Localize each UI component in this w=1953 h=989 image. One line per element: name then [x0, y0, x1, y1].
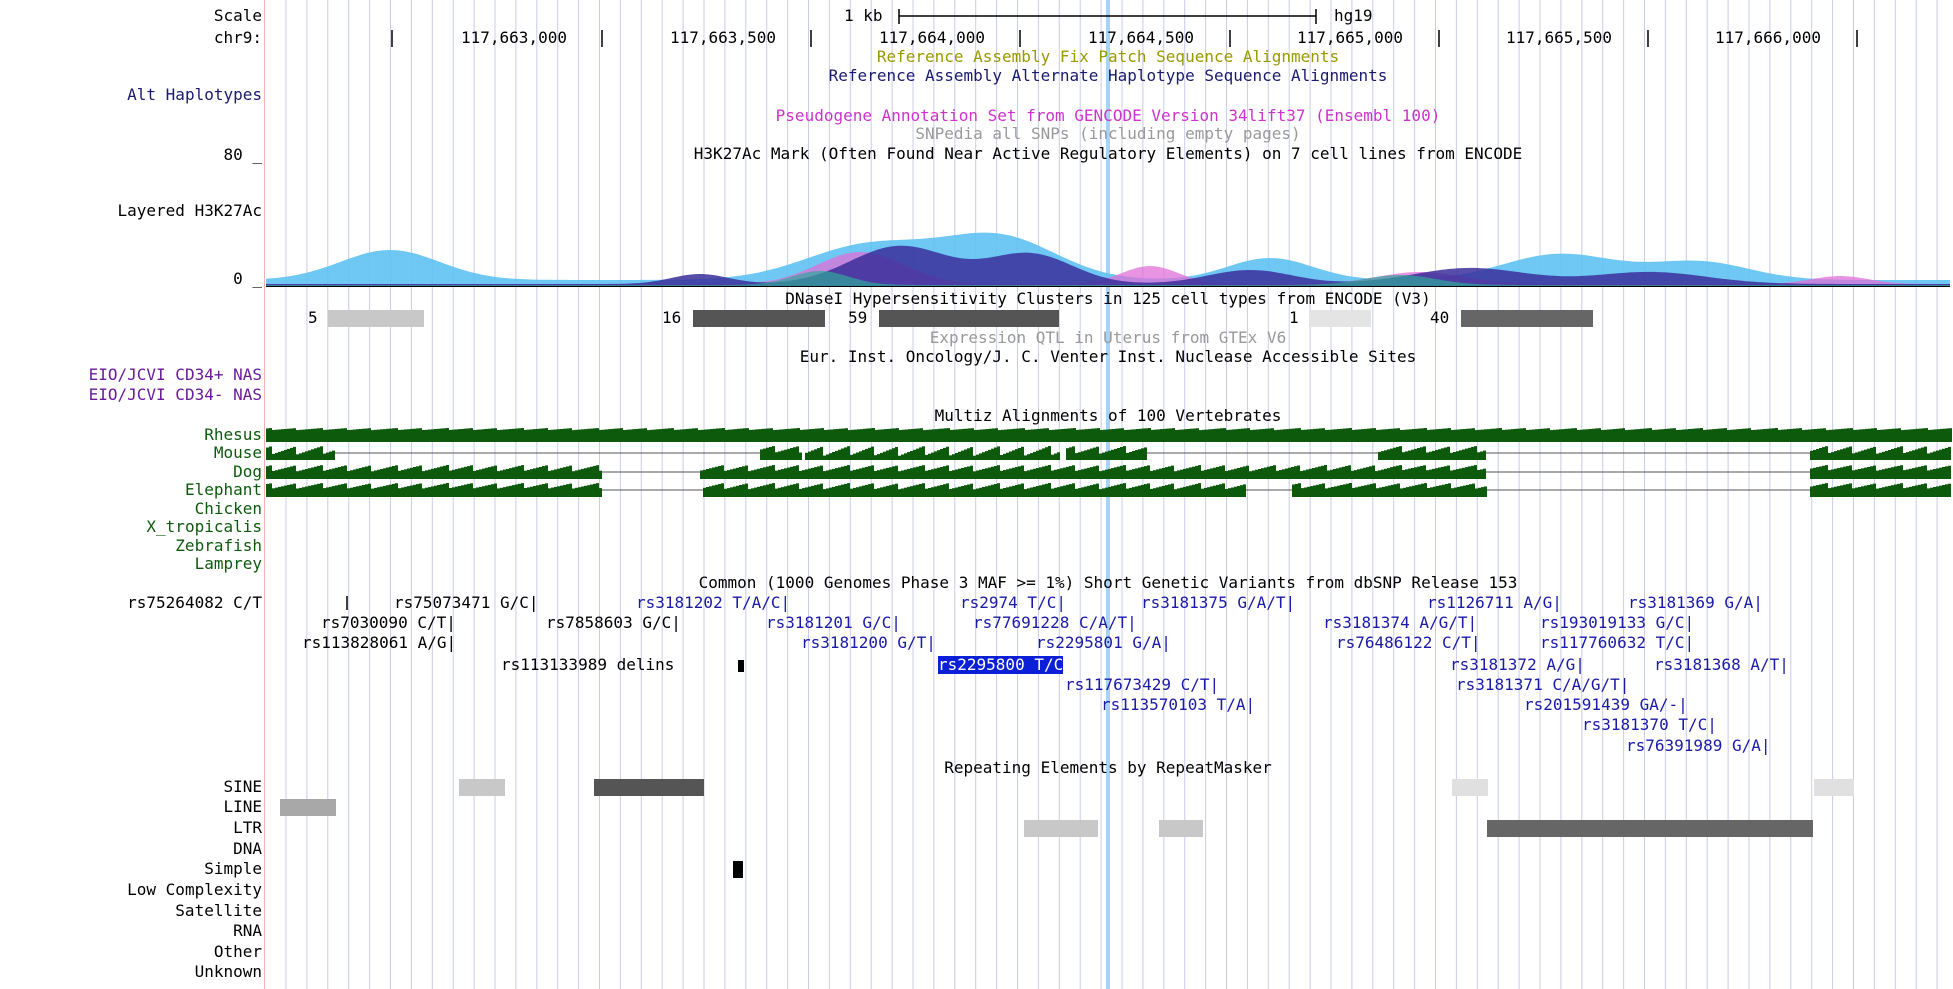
- repeat-class-simple: Simple: [204, 859, 262, 878]
- snp-label[interactable]: rs3181201 G/C|: [766, 614, 901, 632]
- species-label-dog[interactable]: Dog: [233, 463, 262, 481]
- snp-label[interactable]: rs201591439 GA/-|: [1524, 696, 1688, 714]
- repeat-class-low-complexity: Low Complexity: [127, 880, 262, 899]
- repeat-ltr-2: [1159, 820, 1203, 837]
- track-title-snp153[interactable]: Common (1000 Genomes Phase 3 MAF >= 1%) …: [699, 574, 1518, 592]
- snp-label[interactable]: rs7858603 G/C|: [546, 614, 681, 632]
- repeat-ltr-1: [1024, 820, 1098, 837]
- species-label-zebrafish[interactable]: Zebrafish: [175, 537, 262, 555]
- track-labels-column: Scale chr9: Alt Haplotypes 80 _ Layered …: [0, 0, 262, 989]
- ruler-chrom-label: chr9:: [213, 28, 262, 47]
- track-title-pseudogene[interactable]: Pseudogene Annotation Set from GENCODE V…: [776, 107, 1441, 125]
- repeat-sine-1: [459, 779, 505, 796]
- dnase-cluster-59: [879, 310, 1059, 327]
- snp-label[interactable]: rs117760632 T/C|: [1540, 634, 1694, 652]
- species-label-chicken[interactable]: Chicken: [195, 500, 262, 518]
- track-title-alt-haplotypes[interactable]: Reference Assembly Alternate Haplotype S…: [829, 67, 1388, 85]
- repeat-class-unknown: Unknown: [194, 962, 262, 981]
- repeat-sine-2: [594, 779, 704, 796]
- track-title-dnase[interactable]: DNaseI Hypersensitivity Clusters in 125 …: [785, 290, 1430, 308]
- snp-label[interactable]: rs3181372 A/G|: [1450, 656, 1585, 674]
- snp-label[interactable]: rs3181371 C/A/G/T|: [1456, 676, 1629, 694]
- snp-label[interactable]: rs113133989 delins: [501, 656, 674, 674]
- snp-label[interactable]: rs75073471 G/C|: [394, 594, 539, 612]
- repeat-class-satellite: Satellite: [175, 901, 262, 920]
- species-label-elephant[interactable]: Elephant: [185, 481, 262, 499]
- ruler-position-7: 117,666,000: [1715, 28, 1821, 47]
- snp-label[interactable]: rs113828061 A/G|: [302, 634, 456, 652]
- dnase-score-40: 40: [1430, 308, 1450, 327]
- species-label-mouse[interactable]: Mouse: [214, 444, 262, 462]
- track-title-nuclease[interactable]: Eur. Inst. Oncology/J. C. Venter Inst. N…: [800, 348, 1417, 366]
- snp-label-highlighted[interactable]: rs2295800 T/C: [938, 656, 1064, 674]
- ruler-position-4: 117,664,500: [1088, 28, 1194, 47]
- snp-label[interactable]: rs1126711 A/G|: [1427, 594, 1562, 612]
- repeat-line-1: [280, 799, 336, 816]
- dnase-cluster-5: [328, 310, 424, 327]
- dnase-cluster-40: [1461, 310, 1593, 327]
- track-label-eio-cd34-neg[interactable]: EIO/JCVI CD34- NAS: [89, 386, 262, 404]
- snp-label[interactable]: rs117673429 C/T|: [1065, 676, 1219, 694]
- snp-label[interactable]: rs2295801 G/A|: [1036, 634, 1171, 652]
- genome-browser-image[interactable]: Scale chr9: Alt Haplotypes 80 _ Layered …: [0, 0, 1953, 989]
- repeat-class-sine: SINE: [223, 777, 262, 796]
- track-title-multiz[interactable]: Multiz Alignments of 100 Vertebrates: [935, 407, 1282, 425]
- ruler-position-1: 117,663,000: [461, 28, 567, 47]
- track-label-alt-haplotypes[interactable]: Alt Haplotypes: [127, 86, 262, 104]
- track-title-repeatmasker[interactable]: Repeating Elements by RepeatMasker: [944, 759, 1272, 777]
- snp-label[interactable]: rs3181202 T/A/C|: [636, 594, 790, 612]
- snp-label[interactable]: rs3181374 A/G/T|: [1323, 614, 1477, 632]
- track-label-layered-h3k27ac[interactable]: Layered H3K27Ac: [118, 202, 263, 220]
- dnase-cluster-16: [693, 310, 825, 327]
- repeat-class-ltr: LTR: [233, 818, 262, 837]
- snp-label[interactable]: rs77691228 C/A/T|: [973, 614, 1137, 632]
- repeat-class-dna: DNA: [233, 839, 262, 858]
- snp-label[interactable]: rs3181369 G/A|: [1628, 594, 1763, 612]
- repeat-ltr-3: [1487, 820, 1813, 837]
- multiz-row-rhesus: [266, 428, 1952, 442]
- snp-label[interactable]: rs3181200 G/T|: [801, 634, 936, 652]
- track-title-h3k27ac[interactable]: H3K27Ac Mark (Often Found Near Active Re…: [694, 145, 1522, 163]
- h3k27ac-ymin: 0 _: [233, 269, 262, 288]
- snp-label[interactable]: rs3181370 T/C|: [1582, 716, 1717, 734]
- repeat-class-rna: RNA: [233, 921, 262, 940]
- track-label-eio-cd34-pos[interactable]: EIO/JCVI CD34+ NAS: [89, 366, 262, 384]
- snp-label[interactable]: rs3181375 G/A/T|: [1141, 594, 1295, 612]
- ruler-position-6: 117,665,500: [1506, 28, 1612, 47]
- track-title-snpedia[interactable]: SNPedia all SNPs (including empty pages): [915, 125, 1300, 143]
- ruler-position-3: 117,664,000: [879, 28, 985, 47]
- ruler-position-2: 117,663,500: [670, 28, 776, 47]
- repeat-class-line: LINE: [223, 797, 262, 816]
- ruler-position-5: 117,665,000: [1297, 28, 1403, 47]
- assembly-label: hg19: [1334, 6, 1373, 25]
- repeat-sine-3: [1452, 779, 1488, 796]
- species-label-lamprey[interactable]: Lamprey: [195, 555, 262, 573]
- species-label-rhesus[interactable]: Rhesus: [204, 426, 262, 444]
- snp-side-label[interactable]: rs75264082 C/T: [127, 594, 262, 612]
- repeat-simple-1: [733, 861, 743, 878]
- ruler-scale-label: Scale: [213, 6, 262, 25]
- snp-label[interactable]: rs113570103 T/A|: [1101, 696, 1255, 714]
- dnase-score-1: 1: [1289, 308, 1299, 327]
- species-label-xtropicalis[interactable]: X_tropicalis: [146, 518, 262, 536]
- scale-bar-label: 1 kb: [844, 6, 883, 25]
- dnase-score-5: 5: [308, 308, 318, 327]
- track-title-eqtl[interactable]: Expression QTL in Uterus from GTEx V6: [930, 329, 1286, 347]
- dnase-score-16: 16: [662, 308, 682, 327]
- track-title-fix-patch[interactable]: Reference Assembly Fix Patch Sequence Al…: [877, 48, 1339, 66]
- snp-label[interactable]: rs7030090 C/T|: [321, 614, 456, 632]
- snp-marker-rs113133989: [738, 660, 744, 672]
- snp-label[interactable]: rs76391989 G/A|: [1626, 737, 1771, 755]
- repeat-sine-4: [1814, 779, 1854, 796]
- h3k27ac-ymax: 80 _: [223, 145, 262, 164]
- dnase-cluster-1: [1309, 310, 1371, 327]
- dnase-cluster-bars: [328, 310, 1593, 327]
- snp-label[interactable]: rs3181368 A/T|: [1654, 656, 1789, 674]
- snp-label[interactable]: rs193019133 G/C|: [1540, 614, 1694, 632]
- snp-label[interactable]: rs76486122 C/T|: [1336, 634, 1481, 652]
- repeat-class-other: Other: [213, 942, 262, 961]
- snp-label[interactable]: rs2974 T/C|: [960, 594, 1066, 612]
- dnase-score-59: 59: [848, 308, 868, 327]
